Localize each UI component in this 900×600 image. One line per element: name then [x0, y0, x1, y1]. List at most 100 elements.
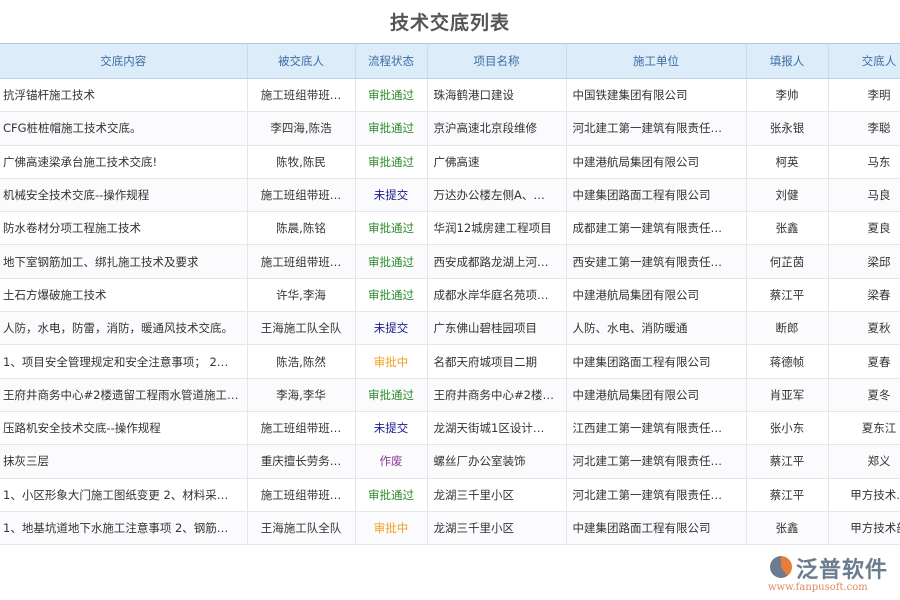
- cell-status: 未提交: [355, 312, 427, 345]
- cell-discloser: 梁春: [828, 278, 900, 311]
- cell-project[interactable]: 广东佛山碧桂园项目: [427, 312, 566, 345]
- tech-disclosure-table: 交底内容被交底人流程状态项目名称施工单位填报人交底人 抗浮锚杆施工技术施工班组带…: [0, 43, 900, 545]
- cell-status: 审批通过: [355, 245, 427, 278]
- cell-contractor: 江西建工第一建筑有限责任…: [566, 411, 746, 444]
- cell-contractor: 河北建工第一建筑有限责任…: [566, 478, 746, 511]
- table-row[interactable]: CFG桩桩帽施工技术交底。李四海,陈浩审批通过京沪高速北京段维修河北建工第一建筑…: [0, 112, 900, 145]
- cell-contractor: 人防、水电、消防暖通: [566, 312, 746, 345]
- cell-recipient: 李四海,陈浩: [247, 112, 355, 145]
- cell-reporter[interactable]: 蔡江平: [746, 278, 828, 311]
- cell-status: 审批通过: [355, 145, 427, 178]
- cell-contractor: 中国铁建集团有限公司: [566, 79, 746, 112]
- table-row[interactable]: 压路机安全技术交底--操作规程施工班组带班…未提交龙湖天街城1区设计…江西建工第…: [0, 411, 900, 444]
- cell-content: 地下室钢筋加工、绑扎施工技术及要求: [0, 245, 247, 278]
- table-row[interactable]: 1、小区形象大门施工图纸变更 2、材料采…施工班组带班…审批通过龙湖三千里小区河…: [0, 478, 900, 511]
- cell-content: 土石方爆破施工技术: [0, 278, 247, 311]
- cell-discloser: 马东: [828, 145, 900, 178]
- table-row[interactable]: 抹灰三层重庆擅长劳务…作废螺丝厂办公室装饰河北建工第一建筑有限责任…蔡江平郑义: [0, 445, 900, 478]
- cell-contractor: 成都建工第一建筑有限责任…: [566, 212, 746, 245]
- cell-project[interactable]: 螺丝厂办公室装饰: [427, 445, 566, 478]
- cell-discloser: 梁邱: [828, 245, 900, 278]
- cell-reporter[interactable]: 蔡江平: [746, 478, 828, 511]
- cell-contractor: 河北建工第一建筑有限责任…: [566, 112, 746, 145]
- cell-discloser: 李明: [828, 79, 900, 112]
- cell-discloser: 夏东江: [828, 411, 900, 444]
- logo-name: 泛普软件: [796, 552, 888, 584]
- cell-project[interactable]: 龙湖天街城1区设计…: [427, 411, 566, 444]
- cell-project[interactable]: 龙湖三千里小区: [427, 511, 566, 544]
- cell-recipient: 陈牧,陈民: [247, 145, 355, 178]
- cell-project[interactable]: 龙湖三千里小区: [427, 478, 566, 511]
- cell-project[interactable]: 珠海鹤港口建设: [427, 79, 566, 112]
- cell-reporter[interactable]: 张鑫: [746, 511, 828, 544]
- column-header-reporter[interactable]: 填报人: [746, 44, 828, 79]
- cell-recipient: 李海,李华: [247, 378, 355, 411]
- cell-discloser: 夏春: [828, 345, 900, 378]
- table-row[interactable]: 广佛高速梁承台施工技术交底!陈牧,陈民审批通过广佛高速中建港航局集团有限公司柯英…: [0, 145, 900, 178]
- cell-project[interactable]: 西安成都路龙湖上河…: [427, 245, 566, 278]
- table-row[interactable]: 抗浮锚杆施工技术施工班组带班…审批通过珠海鹤港口建设中国铁建集团有限公司李帅李明: [0, 79, 900, 112]
- cell-status: 审批通过: [355, 278, 427, 311]
- cell-content: 机械安全技术交底--操作规程: [0, 178, 247, 211]
- cell-content: 抹灰三层: [0, 445, 247, 478]
- cell-project[interactable]: 京沪高速北京段维修: [427, 112, 566, 145]
- cell-reporter[interactable]: 张鑫: [746, 212, 828, 245]
- page-title: 技术交底列表: [0, 8, 900, 35]
- table-row[interactable]: 1、项目安全管理规定和安全注意事项； 2…陈浩,陈然审批中名都天府城项目二期中建…: [0, 345, 900, 378]
- cell-project[interactable]: 成都水岸华庭名苑项…: [427, 278, 566, 311]
- column-header-discloser[interactable]: 交底人: [828, 44, 900, 79]
- column-header-status[interactable]: 流程状态: [355, 44, 427, 79]
- cell-reporter[interactable]: 蒋德帧: [746, 345, 828, 378]
- table-row[interactable]: 防水卷材分项工程施工技术陈晨,陈铭审批通过华润12城房建工程项目成都建工第一建筑…: [0, 212, 900, 245]
- table-row[interactable]: 地下室钢筋加工、绑扎施工技术及要求施工班组带班…审批通过西安成都路龙湖上河…西安…: [0, 245, 900, 278]
- cell-reporter[interactable]: 张小东: [746, 411, 828, 444]
- cell-project[interactable]: 华润12城房建工程项目: [427, 212, 566, 245]
- cell-discloser: 郑义: [828, 445, 900, 478]
- table-row[interactable]: 机械安全技术交底--操作规程施工班组带班…未提交万达办公楼左侧A、…中建集团路面…: [0, 178, 900, 211]
- cell-discloser: 夏冬: [828, 378, 900, 411]
- table-header-row: 交底内容被交底人流程状态项目名称施工单位填报人交底人: [0, 44, 900, 79]
- cell-discloser: 马良: [828, 178, 900, 211]
- cell-reporter[interactable]: 断郎: [746, 312, 828, 345]
- cell-content: 1、项目安全管理规定和安全注意事项； 2…: [0, 345, 247, 378]
- cell-project[interactable]: 名都天府城项目二期: [427, 345, 566, 378]
- table-row[interactable]: 土石方爆破施工技术许华,李海审批通过成都水岸华庭名苑项…中建港航局集团有限公司蔡…: [0, 278, 900, 311]
- cell-status: 审批通过: [355, 79, 427, 112]
- cell-recipient: 施工班组带班…: [247, 79, 355, 112]
- cell-content: 1、小区形象大门施工图纸变更 2、材料采…: [0, 478, 247, 511]
- cell-discloser: 甲方技术部: [828, 511, 900, 544]
- cell-status: 审批中: [355, 511, 427, 544]
- cell-contractor: 中建港航局集团有限公司: [566, 378, 746, 411]
- cell-reporter[interactable]: 张永银: [746, 112, 828, 145]
- column-header-content[interactable]: 交底内容: [0, 44, 247, 79]
- logo-url: www.fanpusoft.com: [768, 582, 868, 593]
- cell-status: 未提交: [355, 178, 427, 211]
- cell-status: 作废: [355, 445, 427, 478]
- cell-content: CFG桩桩帽施工技术交底。: [0, 112, 247, 145]
- table-row[interactable]: 1、地基坑道地下水施工注意事项 2、钢筋…王海施工队全队审批中龙湖三千里小区中建…: [0, 511, 900, 544]
- table-row[interactable]: 人防，水电，防雷，消防，暖通风技术交底。王海施工队全队未提交广东佛山碧桂园项目人…: [0, 312, 900, 345]
- column-header-contractor[interactable]: 施工单位: [566, 44, 746, 79]
- cell-status: 审批通过: [355, 212, 427, 245]
- cell-recipient: 施工班组带班…: [247, 178, 355, 211]
- cell-reporter[interactable]: 刘健: [746, 178, 828, 211]
- cell-contractor: 中建港航局集团有限公司: [566, 145, 746, 178]
- cell-recipient: 王海施工队全队: [247, 312, 355, 345]
- cell-status: 审批通过: [355, 478, 427, 511]
- cell-content: 广佛高速梁承台施工技术交底!: [0, 145, 247, 178]
- cell-reporter[interactable]: 肖亚军: [746, 378, 828, 411]
- fanpu-logo: 泛普软件 www.fanpusoft.com: [768, 552, 898, 598]
- cell-reporter[interactable]: 李帅: [746, 79, 828, 112]
- cell-project[interactable]: 王府井商务中心#2楼…: [427, 378, 566, 411]
- table-row[interactable]: 王府井商务中心#2楼遗留工程雨水管道施工…李海,李华审批通过王府井商务中心#2楼…: [0, 378, 900, 411]
- column-header-project[interactable]: 项目名称: [427, 44, 566, 79]
- cell-discloser: 李聪: [828, 112, 900, 145]
- cell-project[interactable]: 万达办公楼左侧A、…: [427, 178, 566, 211]
- column-header-recipient[interactable]: 被交底人: [247, 44, 355, 79]
- cell-reporter[interactable]: 柯英: [746, 145, 828, 178]
- cell-contractor: 中建港航局集团有限公司: [566, 278, 746, 311]
- cell-contractor: 中建集团路面工程有限公司: [566, 345, 746, 378]
- cell-reporter[interactable]: 蔡江平: [746, 445, 828, 478]
- cell-project[interactable]: 广佛高速: [427, 145, 566, 178]
- cell-reporter[interactable]: 何芷茵: [746, 245, 828, 278]
